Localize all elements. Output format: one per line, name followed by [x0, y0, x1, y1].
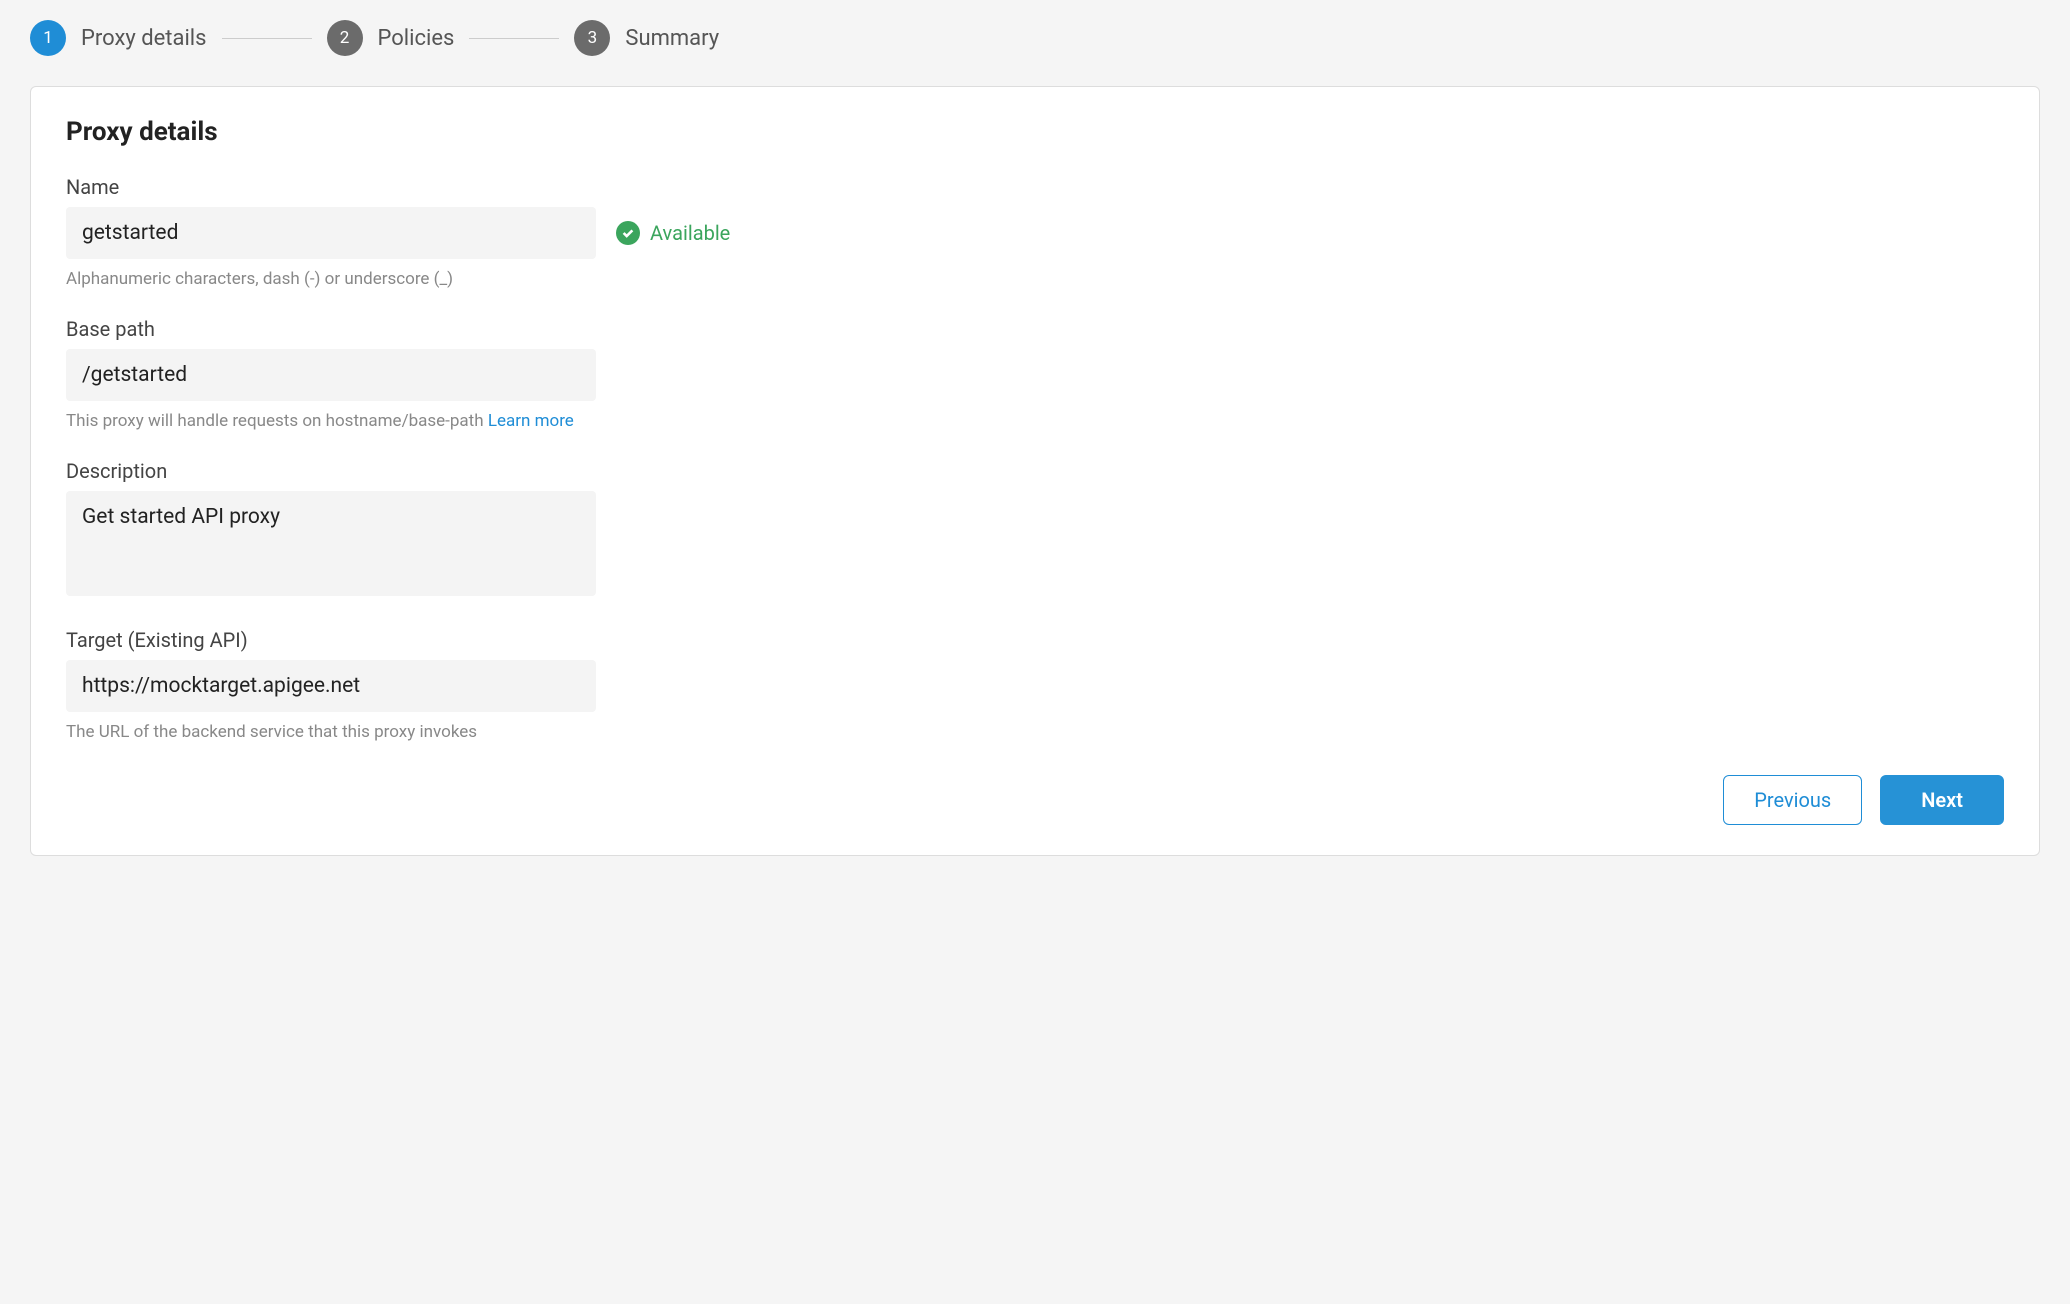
- next-button[interactable]: Next: [1880, 775, 2004, 825]
- target-label: Target (Existing API): [66, 628, 866, 652]
- step-number-3: 3: [574, 20, 610, 56]
- proxy-details-panel: Proxy details Name Available Alphanumeri…: [30, 86, 2040, 856]
- name-input[interactable]: [66, 207, 596, 259]
- step-label-3: Summary: [625, 26, 719, 51]
- target-helper: The URL of the backend service that this…: [66, 722, 866, 742]
- availability-indicator: Available: [616, 221, 730, 245]
- step-divider: [222, 38, 312, 39]
- name-label: Name: [66, 175, 866, 199]
- step-number-2: 2: [327, 20, 363, 56]
- step-proxy-details[interactable]: 1 Proxy details: [30, 20, 207, 56]
- step-policies[interactable]: 2 Policies: [327, 20, 455, 56]
- basepath-label: Base path: [66, 317, 866, 341]
- target-input[interactable]: [66, 660, 596, 712]
- availability-text: Available: [650, 221, 730, 245]
- step-summary[interactable]: 3 Summary: [574, 20, 719, 56]
- target-field-group: Target (Existing API) The URL of the bac…: [66, 628, 866, 742]
- name-field-group: Name Available Alphanumeric characters, …: [66, 175, 866, 289]
- description-input[interactable]: Get started API proxy: [66, 491, 596, 596]
- previous-button[interactable]: Previous: [1723, 775, 1862, 825]
- wizard-stepper: 1 Proxy details 2 Policies 3 Summary: [30, 20, 2040, 56]
- page-title: Proxy details: [66, 117, 2004, 147]
- button-row: Previous Next: [66, 775, 2004, 825]
- step-label-2: Policies: [378, 26, 455, 51]
- learn-more-link[interactable]: Learn more: [488, 411, 574, 431]
- step-label-1: Proxy details: [81, 26, 207, 51]
- step-divider: [469, 38, 559, 39]
- basepath-input[interactable]: [66, 349, 596, 401]
- step-number-1: 1: [30, 20, 66, 56]
- check-circle-icon: [616, 221, 640, 245]
- basepath-helper: This proxy will handle requests on hostn…: [66, 411, 866, 431]
- basepath-field-group: Base path This proxy will handle request…: [66, 317, 866, 431]
- description-label: Description: [66, 459, 866, 483]
- name-helper: Alphanumeric characters, dash (-) or und…: [66, 269, 866, 289]
- description-field-group: Description Get started API proxy: [66, 459, 866, 600]
